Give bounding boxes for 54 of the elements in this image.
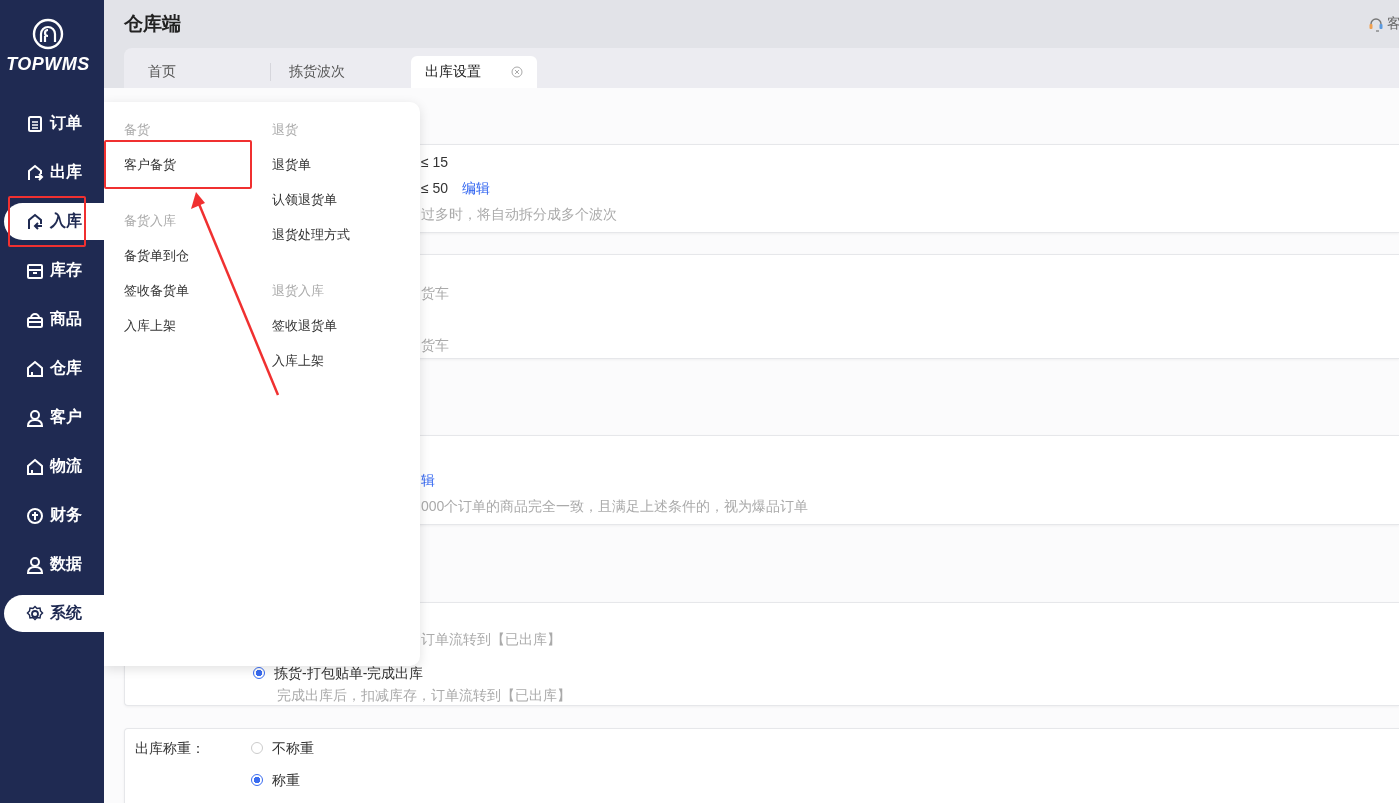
sidebar-item[interactable]: 物流 (4, 448, 104, 485)
sidebar-item[interactable]: 库存 (4, 252, 104, 289)
tab[interactable]: 拣货波次 (271, 56, 411, 88)
menu-group-title: 备货 (124, 121, 151, 139)
person-icon (26, 555, 44, 574)
tab[interactable]: 首页 (130, 56, 270, 88)
hint-text: 000个订单的商品完全一致，且满足上述条件的，视为爆品订单 (421, 497, 809, 516)
box-icon (26, 261, 44, 280)
menu-group-title: 备货入库 (124, 212, 177, 230)
house-arrow-icon (26, 212, 44, 231)
settings-icon (26, 604, 44, 623)
menu-item[interactable]: 退货处理方式 (272, 217, 420, 252)
hint-text: 过多时，将自动拆分成多个波次 (421, 205, 617, 224)
hint-text: 货车 (421, 284, 449, 303)
house-icon (26, 457, 44, 476)
menu-item[interactable]: 认领退货单 (272, 182, 420, 217)
menu-item[interactable]: 签收备货单 (124, 273, 272, 308)
sidebar-item[interactable]: 入库 (4, 203, 104, 240)
condition-text: ≤ 15 (421, 153, 449, 172)
house-arrow-icon (26, 163, 44, 182)
house-icon (26, 359, 44, 378)
brand-name: TOPWMS (6, 54, 90, 75)
sidebar-item[interactable]: 数据 (4, 546, 104, 583)
menu-item[interactable]: 退货单 (272, 147, 420, 182)
edit-link[interactable]: 编辑 (462, 175, 491, 201)
radio-option[interactable]: 不称重 (251, 735, 314, 761)
sidebar-item[interactable]: 商品 (4, 301, 104, 338)
hint-text: 完成出库后，扣减库存，订单流转到【已出库】 (277, 686, 571, 704)
sidebar-item[interactable]: 系统 (4, 595, 104, 632)
sidebar-item[interactable]: 财务 (4, 497, 104, 534)
sidebar-item[interactable]: 仓库 (4, 350, 104, 387)
sidebar-item[interactable]: 出库 (4, 154, 104, 191)
menu-item[interactable]: 备货单到仓 (124, 238, 272, 273)
menu-item[interactable]: 入库上架 (124, 308, 272, 343)
radio-option[interactable]: 称重 (251, 767, 300, 793)
list-icon (26, 114, 44, 133)
tab[interactable]: 出库设置 (411, 56, 537, 88)
menu-item[interactable]: 签收退货单 (272, 308, 420, 343)
menu-group-title: 退货入库 (272, 282, 325, 300)
sidebar-item[interactable]: 订单 (4, 105, 104, 142)
bag-icon (26, 310, 44, 329)
menu-item[interactable]: 入库上架 (272, 343, 420, 378)
page-title: 仓库端 (124, 12, 181, 36)
hint-text: 货车 (421, 336, 449, 355)
condition-text: ≤ 50 (421, 179, 449, 198)
hint-text: 订单流转到【已出库】 (421, 630, 561, 649)
sidebar-item[interactable]: 客户 (4, 399, 104, 436)
edit-link[interactable]: 辑 (421, 467, 435, 493)
menu-item[interactable]: 客户备货 (124, 147, 272, 182)
field-label: 出库称重： (135, 739, 206, 758)
headset-icon (1368, 16, 1384, 32)
person-icon (26, 408, 44, 427)
menu-group-title: 退货 (272, 121, 299, 139)
radio-option[interactable]: 拣货-打包贴单-完成出库 (253, 660, 424, 686)
